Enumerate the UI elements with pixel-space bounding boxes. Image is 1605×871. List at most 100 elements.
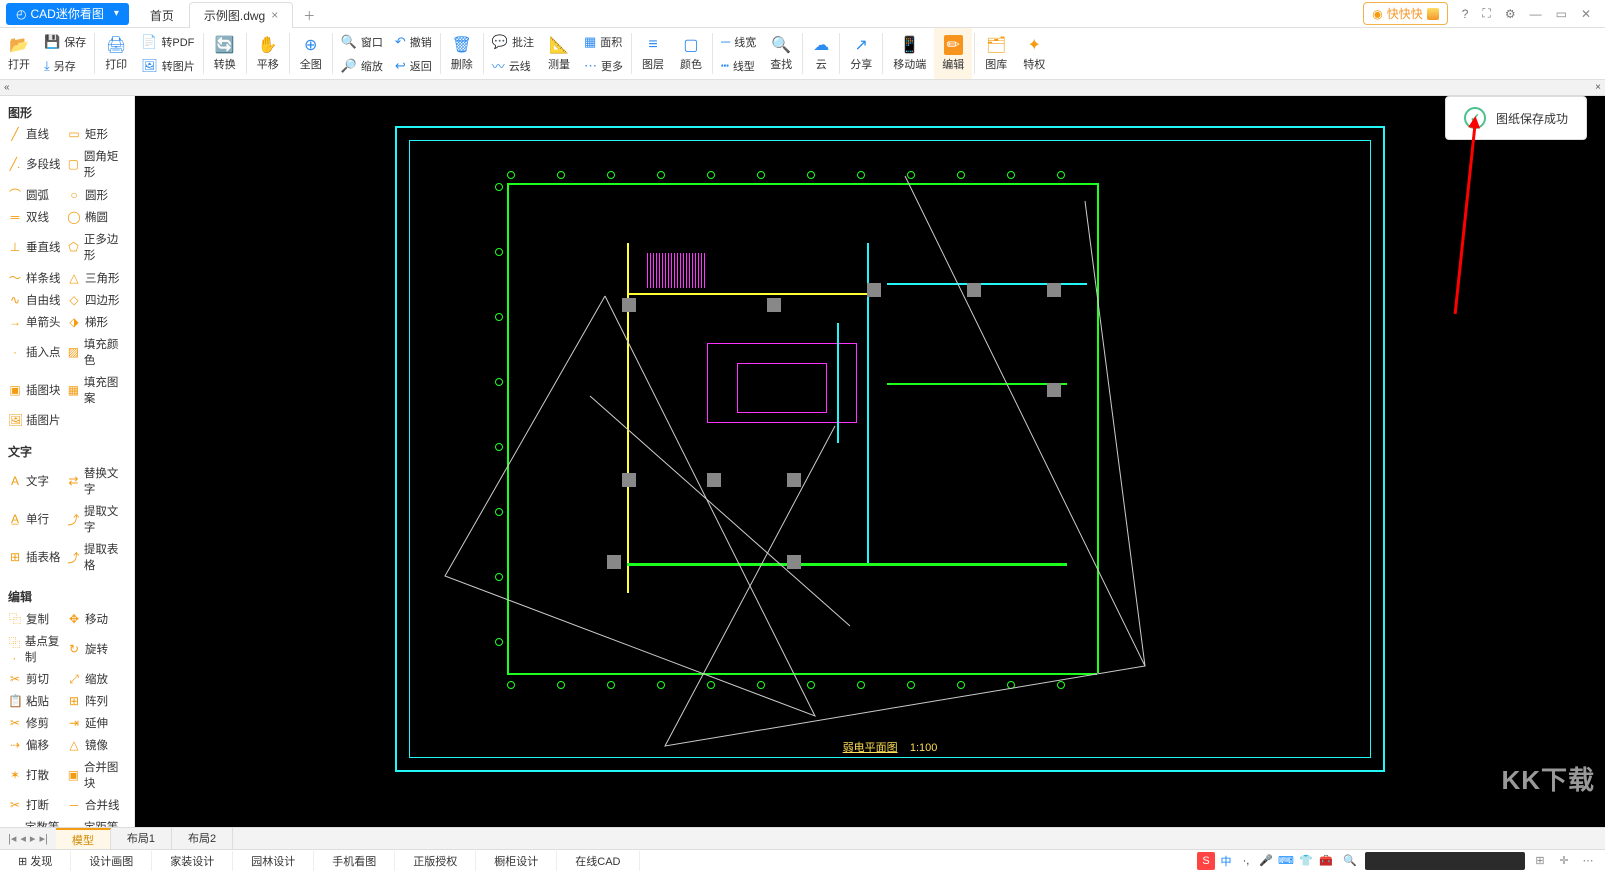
close-panel-icon[interactable]: ×	[1595, 82, 1601, 93]
maximize-icon[interactable]: ▭	[1556, 7, 1567, 21]
help-icon[interactable]: ?	[1462, 7, 1469, 21]
side-粘贴[interactable]: 📋粘贴	[8, 690, 67, 712]
layout-tab-模型[interactable]: 模型	[56, 828, 111, 850]
side-插表格[interactable]: ⊞插表格	[8, 538, 67, 576]
grid-icon[interactable]: ⊞	[1531, 852, 1549, 870]
side-打断[interactable]: ✂打断	[8, 794, 67, 816]
side-提取文字[interactable]: ⤴提取文字	[67, 500, 126, 538]
fullscreen-icon[interactable]: ⛶	[1482, 6, 1490, 21]
rib-线宽[interactable]: ─线宽	[721, 30, 756, 54]
rib-分享[interactable]: ↗分享	[842, 28, 880, 79]
side-多段线[interactable]: ╱.多段线	[8, 145, 67, 183]
ime-lang[interactable]: 中	[1217, 852, 1235, 870]
footer-家装设计[interactable]: 家装设计	[152, 851, 233, 871]
side-样条线[interactable]: 〜样条线	[8, 266, 67, 289]
rib-撤销[interactable]: ↶撤销	[395, 30, 432, 54]
layout-tab-布局2[interactable]: 布局2	[172, 828, 233, 850]
footer-园林设计[interactable]: 园林设计	[233, 851, 314, 871]
rib-转换[interactable]: 🔄转换	[206, 28, 244, 79]
side-缩放[interactable]: ⤢缩放	[67, 668, 126, 690]
first-icon[interactable]: |◂	[8, 832, 16, 845]
side-移动[interactable]: ✥移动	[67, 607, 126, 630]
side-圆形[interactable]: ○圆形	[67, 183, 126, 206]
footer-正版授权[interactable]: 正版授权	[395, 851, 476, 871]
side-单行[interactable]: A̲单行	[8, 500, 67, 538]
rib-save[interactable]: 💾保存	[44, 30, 86, 54]
rib-图层[interactable]: ≡图层	[634, 28, 672, 79]
keyboard-icon[interactable]: ⌨	[1277, 852, 1295, 870]
side-复制[interactable]: ⿻复制	[8, 607, 67, 630]
side-单箭头[interactable]: →单箭头	[8, 311, 67, 333]
ime-badge[interactable]: S	[1197, 852, 1215, 870]
rib-saveas[interactable]: ⤓另存	[44, 54, 86, 78]
rib-print[interactable]: 🖨打印	[97, 28, 135, 79]
rib-缩放[interactable]: 🔎缩放	[341, 54, 383, 78]
side-正多边形[interactable]: ⬠正多边形	[67, 228, 126, 266]
rib-平移[interactable]: ✋平移	[249, 28, 287, 79]
side-修剪[interactable]: ✂修剪	[8, 712, 67, 734]
punct-icon[interactable]: ·,	[1237, 852, 1255, 870]
side-提取表格[interactable]: ⤴提取表格	[67, 538, 126, 576]
rib-线型[interactable]: ┅线型	[721, 54, 756, 78]
side-插图块[interactable]: ▣插图块	[8, 371, 67, 409]
side-打散[interactable]: ✶打散	[8, 756, 67, 794]
rib-编辑[interactable]: ✏编辑	[934, 28, 972, 79]
toolbox-icon[interactable]: 🧰	[1317, 852, 1335, 870]
side-梯形[interactable]: ⬗梯形	[67, 311, 126, 333]
rib-批注[interactable]: 💬批注	[492, 30, 534, 54]
footer-手机看图[interactable]: 手机看图	[314, 851, 395, 871]
user-pill[interactable]: ◉ 快快快	[1363, 2, 1448, 25]
crosshair-icon[interactable]: ✛	[1555, 852, 1573, 870]
tab-file[interactable]: 示例图.dwg ×	[189, 2, 293, 28]
side-四边形[interactable]: ◇四边形	[67, 289, 126, 311]
rib-返回[interactable]: ↩返回	[395, 54, 432, 78]
side-直线[interactable]: ╱直线	[8, 123, 67, 145]
rib-toimg[interactable]: 🖼转图片	[141, 54, 195, 78]
rib-云[interactable]: ☁云	[805, 28, 837, 79]
settings-icon[interactable]: ⚙	[1505, 7, 1516, 21]
footer-发现[interactable]: ⊞ 发现	[0, 851, 71, 871]
side-基点复制[interactable]: ⿻·基点复制	[8, 630, 67, 668]
side-插图片[interactable]: 🖼插图片	[8, 409, 67, 431]
side-垂直线[interactable]: ⊥垂直线	[8, 228, 67, 266]
side-椭圆[interactable]: ◯椭圆	[67, 206, 126, 228]
mic-icon[interactable]: 🎤	[1257, 852, 1275, 870]
new-tab-button[interactable]: ＋	[293, 3, 325, 28]
rib-删除[interactable]: 🗑删除	[443, 28, 481, 79]
app-badge[interactable]: ◴ CAD迷你看图 ▾	[6, 3, 129, 25]
panel-collapse-strip[interactable]: «×	[0, 80, 1605, 96]
side-定数等分[interactable]: ≐定数等分	[8, 816, 67, 827]
side-双线[interactable]: ═双线	[8, 206, 67, 228]
side-填充图案[interactable]: ▦填充图案	[67, 371, 126, 409]
last-icon[interactable]: ▸|	[39, 832, 47, 845]
rib-窗口[interactable]: 🔍窗口	[341, 30, 383, 54]
footer-橱柜设计[interactable]: 橱柜设计	[476, 851, 557, 871]
rib-面积[interactable]: ▦面积	[584, 30, 623, 54]
more-icon[interactable]: ⋯	[1579, 852, 1597, 870]
side-阵列[interactable]: ⊞阵列	[67, 690, 126, 712]
side-替换文字[interactable]: ⇄替换文字	[67, 462, 126, 500]
footer-设计画图[interactable]: 设计画图	[71, 851, 152, 871]
side-三角形[interactable]: △三角形	[67, 266, 126, 289]
rib-特权[interactable]: ✦特权	[1015, 28, 1053, 79]
side-文字[interactable]: A文字	[8, 462, 67, 500]
skin-icon[interactable]: 👕	[1297, 852, 1315, 870]
tab-home[interactable]: 首页	[135, 2, 189, 28]
next-icon[interactable]: ▸	[30, 832, 36, 845]
rib-open[interactable]: 📂打开	[0, 28, 38, 79]
side-圆弧[interactable]: ⌒圆弧	[8, 183, 67, 206]
side-插入点[interactable]: ·插入点	[8, 333, 67, 371]
drawing-canvas[interactable]: 弱电平面图 1:100 KK下载	[135, 96, 1605, 827]
side-圆角矩形[interactable]: ▢圆角矩形	[67, 145, 126, 183]
rib-topdf[interactable]: 📄转PDF	[141, 30, 195, 54]
side-合并图块[interactable]: ▣合并图块	[67, 756, 126, 794]
side-填充颜色[interactable]: ▨填充颜色	[67, 333, 126, 371]
close-icon[interactable]: ×	[271, 8, 278, 22]
rib-全图[interactable]: ⊕全图	[292, 28, 330, 79]
rib-云线[interactable]: 〰云线	[492, 54, 534, 78]
side-矩形[interactable]: ▭矩形	[67, 123, 126, 145]
layout-tab-布局1[interactable]: 布局1	[111, 828, 172, 850]
rib-更多[interactable]: ⋯更多	[584, 54, 623, 78]
side-镜像[interactable]: △镜像	[67, 734, 126, 756]
side-合并线[interactable]: ─合并线	[67, 794, 126, 816]
